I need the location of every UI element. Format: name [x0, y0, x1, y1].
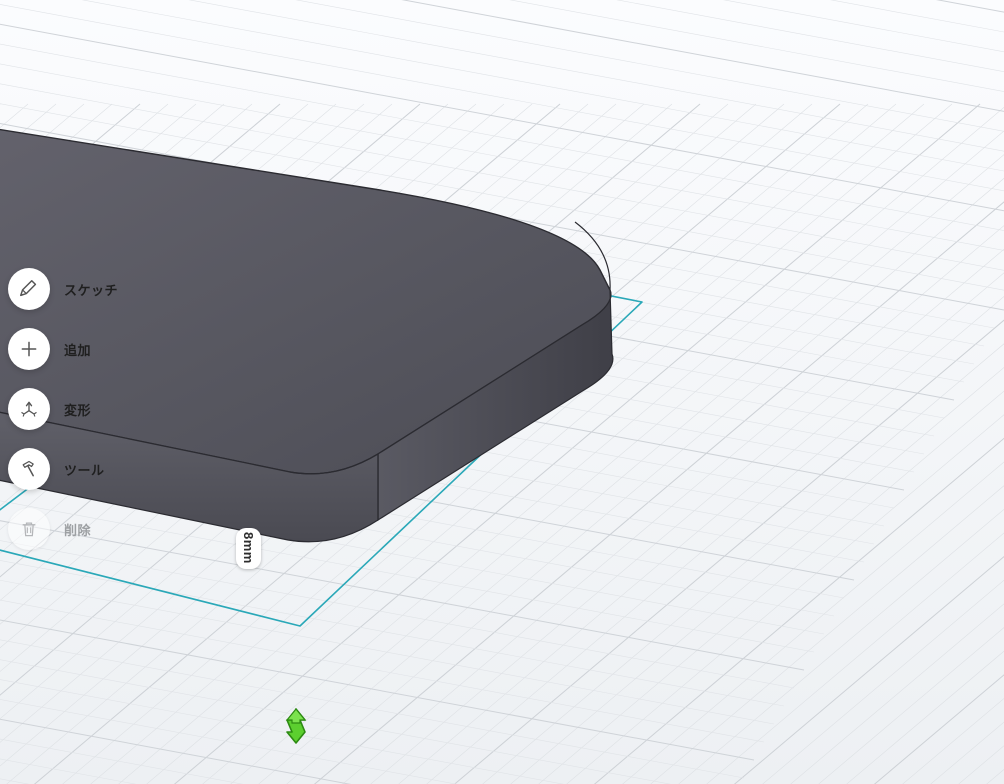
tool-add-label: 追加	[64, 340, 91, 359]
dimension-badge[interactable]: 8mm	[236, 528, 261, 569]
tool-tools-label: ツール	[64, 460, 105, 479]
double-arrow-icon	[282, 707, 310, 745]
tools-button[interactable]	[8, 448, 50, 490]
left-toolbar: スケッチ 追加 変形	[8, 268, 118, 550]
tool-transform-label: 変形	[64, 400, 91, 419]
tool-sketch[interactable]: スケッチ	[8, 268, 118, 310]
transform-icon	[19, 399, 39, 419]
tool-delete: 削除	[8, 508, 118, 550]
plus-icon	[19, 339, 39, 359]
push-pull-handle[interactable]	[282, 707, 310, 750]
dimension-unit: mm	[241, 540, 256, 564]
tool-sketch-label: スケッチ	[64, 280, 118, 299]
dimension-value: 8	[241, 532, 256, 540]
pencil-icon	[18, 278, 40, 300]
tool-transform[interactable]: 変形	[8, 388, 118, 430]
sketch-button[interactable]	[8, 268, 50, 310]
ground-grid	[0, 0, 1004, 784]
hammer-icon	[19, 459, 39, 479]
add-button[interactable]	[8, 328, 50, 370]
trash-icon	[19, 519, 39, 539]
delete-button	[8, 508, 50, 550]
transform-button[interactable]	[8, 388, 50, 430]
tool-add[interactable]: 追加	[8, 328, 118, 370]
tool-tools[interactable]: ツール	[8, 448, 118, 490]
tool-delete-label: 削除	[64, 520, 91, 539]
viewport-3d[interactable]: 8mm スケッチ 追加	[0, 0, 1004, 784]
